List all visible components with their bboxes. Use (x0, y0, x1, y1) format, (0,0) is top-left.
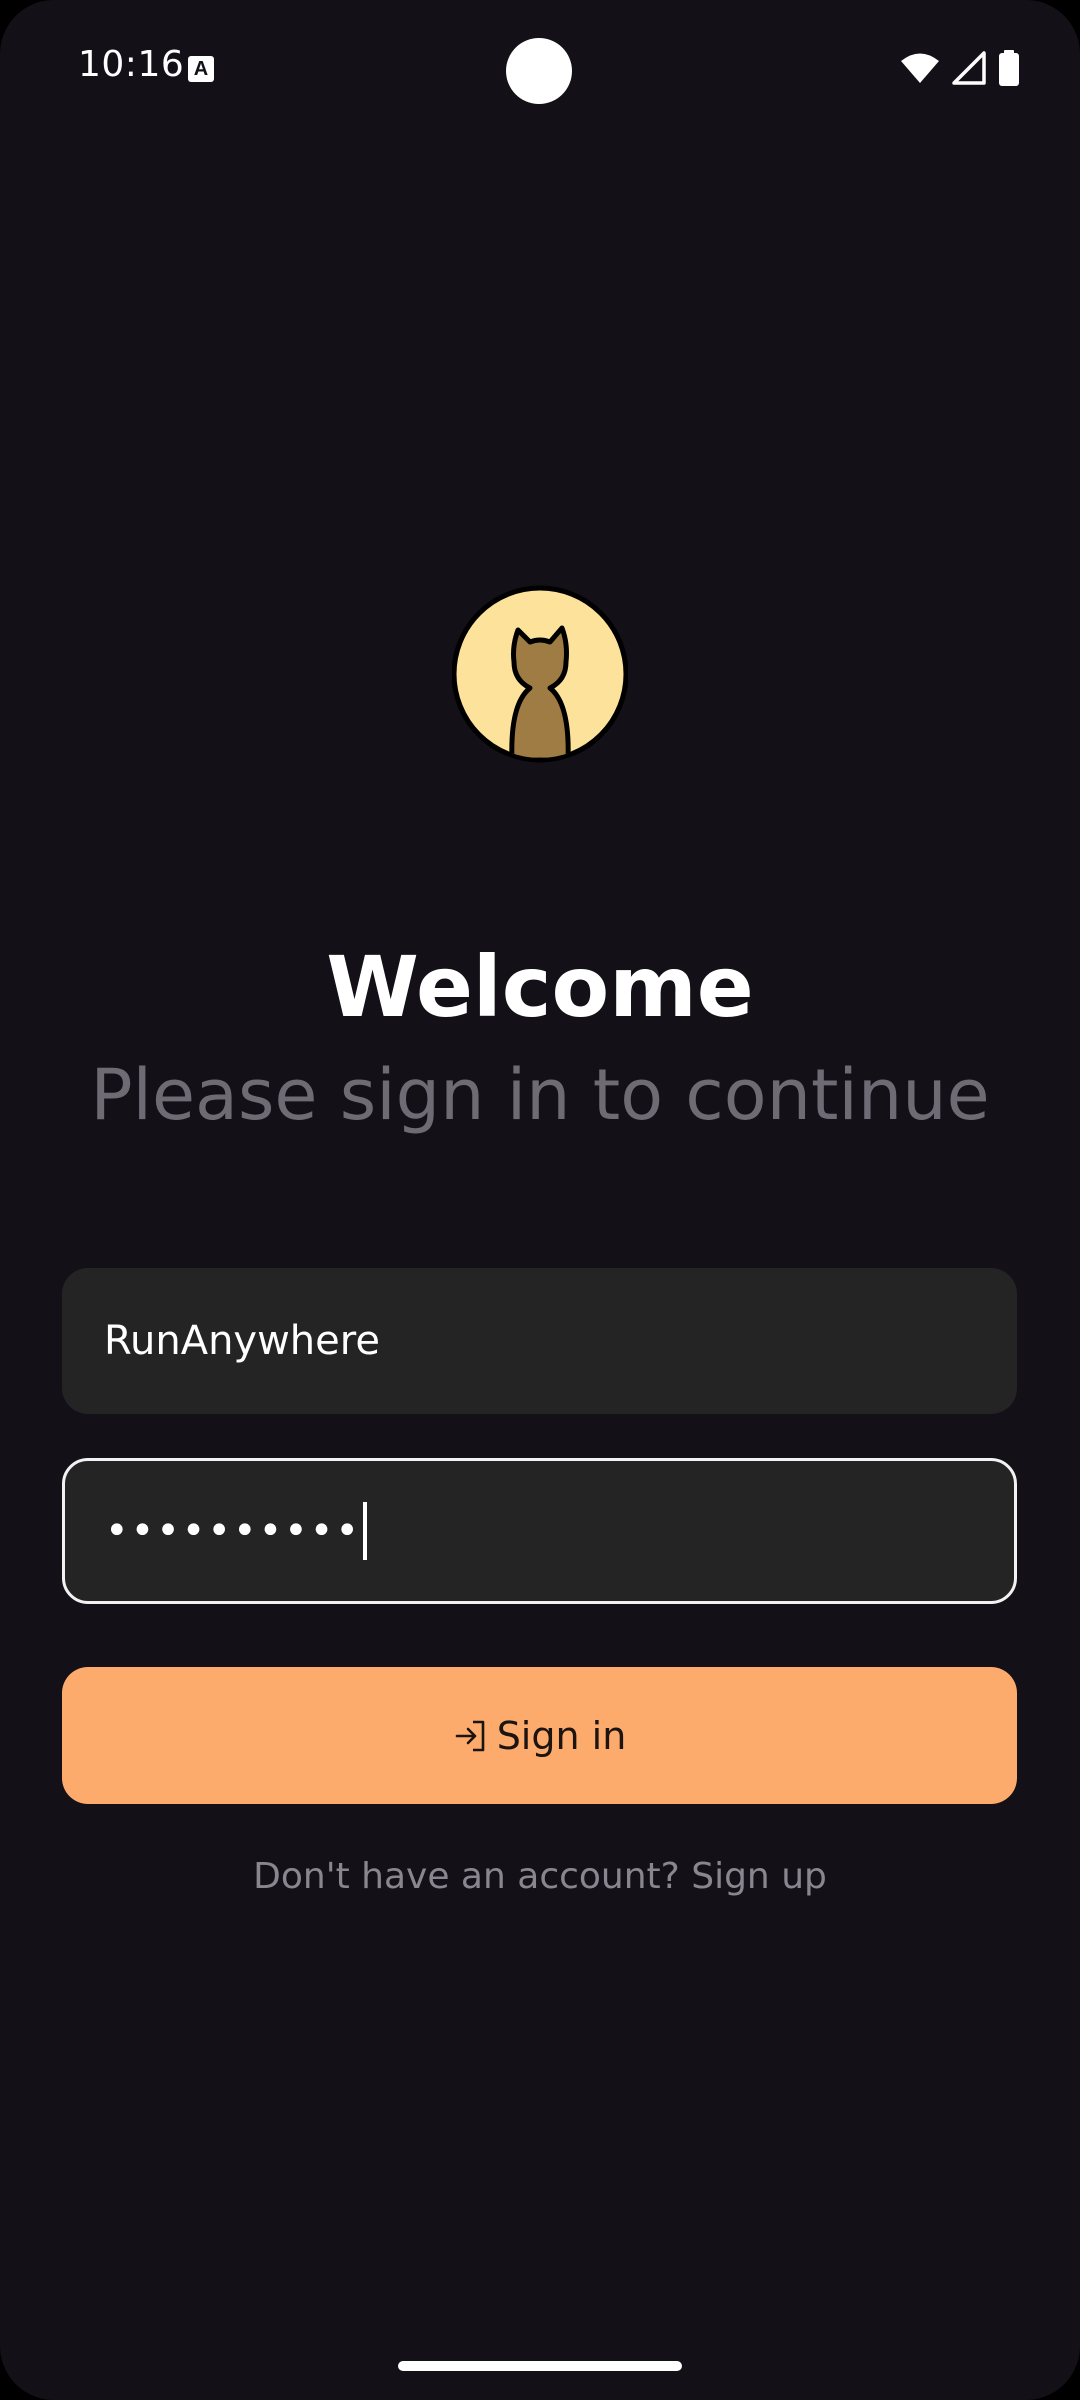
wifi-icon (901, 53, 939, 83)
login-screen: 10:16 A Welcome Please sign in to contin… (0, 0, 1080, 2400)
home-indicator[interactable] (398, 2361, 682, 2371)
status-icons (900, 48, 1020, 88)
cat-avatar-icon (452, 585, 628, 763)
text-cursor (362, 1502, 367, 1560)
sign-up-link[interactable]: Don't have an account? Sign up (0, 1856, 1080, 1897)
login-icon (455, 1720, 484, 1751)
page-title: Welcome (326, 938, 754, 1036)
notification-a-icon: A (188, 56, 214, 82)
camera-cutout (506, 38, 572, 104)
sign-in-label: Sign in (496, 1713, 627, 1758)
page-subtitle: Please sign in to continue (90, 1054, 990, 1136)
username-field[interactable]: RunAnywhere (62, 1268, 1017, 1414)
sign-in-button[interactable]: Sign in (62, 1667, 1017, 1804)
signal-icon (952, 51, 986, 85)
status-time: 10:16 (78, 44, 185, 85)
username-value: RunAnywhere (104, 1318, 380, 1364)
battery-icon (999, 50, 1019, 86)
password-value: •••••••••• (105, 1508, 361, 1554)
password-field[interactable]: •••••••••• (62, 1458, 1017, 1604)
